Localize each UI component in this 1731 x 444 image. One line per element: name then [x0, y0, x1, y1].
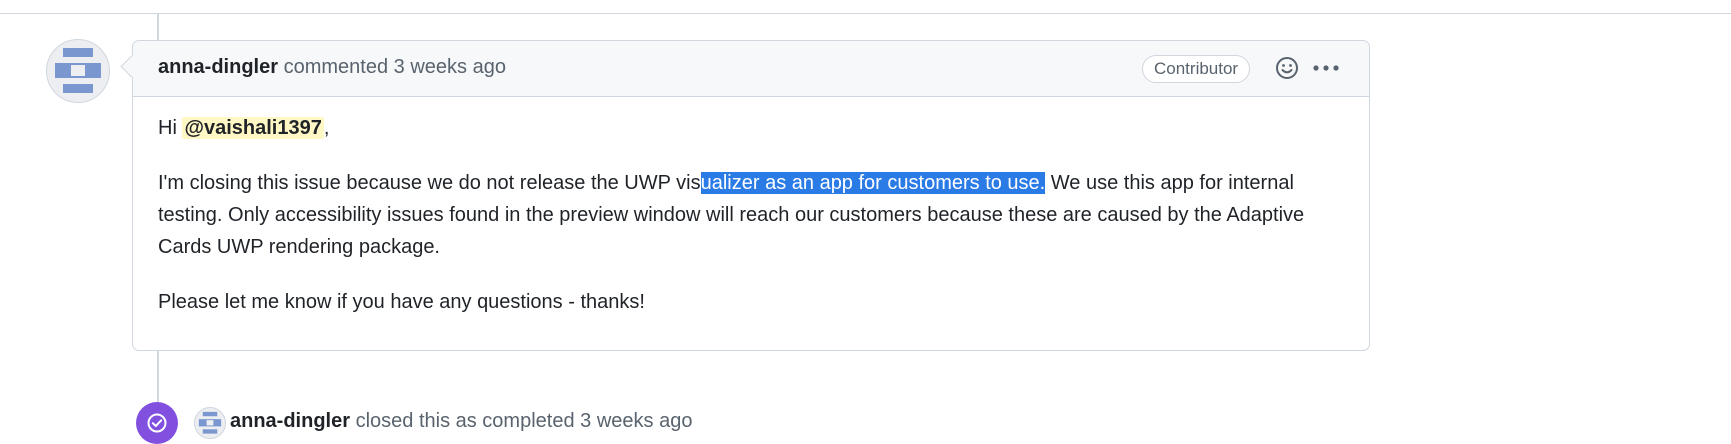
comment-box: anna-dingler commented 3 weeks ago Contr… [120, 40, 1370, 351]
closed-badge [136, 402, 178, 444]
comment-options-button[interactable] [1311, 55, 1341, 81]
comment-timestamp[interactable]: 3 weeks ago [394, 56, 506, 78]
event-author-avatar[interactable] [194, 407, 226, 439]
comment-body: Hi @vaishali1397, I'm closing this issue… [133, 97, 1369, 318]
greeting-text: Hi [158, 117, 177, 139]
greeting-paragraph: Hi @vaishali1397, [158, 112, 1344, 144]
comment-header: anna-dingler commented 3 weeks ago Contr… [120, 41, 1369, 97]
comment-action: commented [283, 56, 389, 78]
closing-explanation-paragraph: I'm closing this issue because we do not… [158, 167, 1344, 263]
event-timestamp[interactable]: 3 weeks ago [580, 410, 692, 432]
event-description: anna-dingler closed this as completed 3 … [230, 410, 692, 433]
greeting-punctuation: , [323, 117, 330, 139]
event-author-link[interactable]: anna-dingler [230, 410, 350, 432]
smiley-icon [1276, 57, 1298, 79]
author-avatar[interactable] [46, 39, 110, 103]
user-mention-link[interactable]: @vaishali1397 [182, 117, 324, 139]
comment-author-link[interactable]: anna-dingler [158, 56, 278, 78]
add-reaction-button[interactable] [1274, 55, 1300, 81]
top-divider [0, 13, 1731, 14]
paragraph-text-start: I'm closing this issue because we do not… [158, 172, 701, 194]
contributor-badge: Contributor [1142, 55, 1251, 83]
event-action: closed this as completed [355, 410, 575, 432]
questions-paragraph: Please let me know if you have any quest… [158, 291, 645, 313]
identicon-icon [198, 411, 222, 434]
selected-text: ualizer as an app for customers to use. [700, 172, 1046, 194]
comment-meta: anna-dingler commented 3 weeks ago [158, 56, 506, 79]
comment-pointer [120, 54, 145, 79]
identicon-icon [55, 48, 101, 93]
kebab-horizontal-icon [1313, 65, 1339, 71]
